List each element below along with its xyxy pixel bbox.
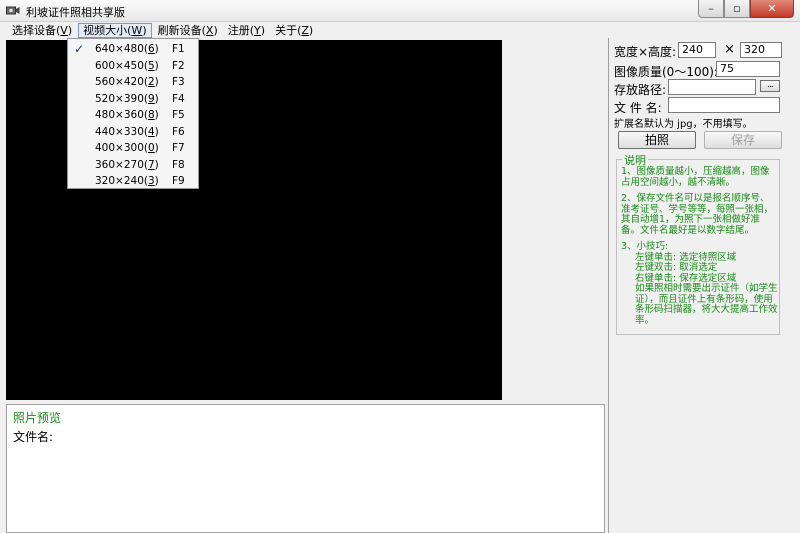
menu-item-shortcut: F7 <box>172 142 185 154</box>
tip-barcode: 如果照相时需要出示证件（如学生证），而且证件上有条形码，使用条形码扫描器，将大大… <box>635 283 778 326</box>
photo-preview-filename-label: 文件名: <box>13 430 54 444</box>
menu-item-600x450[interactable]: 600×450(5) F2 <box>68 58 198 75</box>
instruction-2: 2、保存文件名可以是报名顺序号、准考证号、学号等等，每照一张相，其自动增1，为照… <box>621 193 774 236</box>
title-bar: 利坡证件照相共享版 – ▫ ✕ <box>0 0 800 22</box>
instructions-group: 说明 1、图像质量越小，压缩越高，图像占用空间越小，越不清晰。 2、保存文件名可… <box>616 152 780 335</box>
menu-bar: 选择设备(V) 视频大小(W) 刷新设备(X) 注册(Y) 关于(Z) <box>0 22 800 38</box>
path-input[interactable] <box>668 79 756 95</box>
menu-item-label: 400×300(0) <box>95 142 159 154</box>
menu-item-shortcut: F2 <box>172 59 185 72</box>
menu-item-400x300[interactable]: 400×300(0) F7 <box>68 140 198 157</box>
menu-item-shortcut: F1 <box>172 43 185 55</box>
menu-item-label: 320×240(3) <box>95 175 159 187</box>
menu-item-560x420[interactable]: 560×420(2) F3 <box>68 74 198 91</box>
window-controls: – ▫ ✕ <box>698 0 794 18</box>
menu-item-520x390[interactable]: 520×390(9) F4 <box>68 91 198 108</box>
quality-input[interactable]: 75 <box>716 61 780 77</box>
panel-divider <box>608 38 609 533</box>
settings-panel: 宽度×高度: 240 × 320 图像质量(0～100): 75 存放路径: .… <box>610 38 800 533</box>
menu-item-label: 480×360(8) <box>95 109 159 121</box>
width-input[interactable]: 240 <box>678 42 716 58</box>
menu-refresh-device[interactable]: 刷新设备(X) <box>154 23 222 38</box>
instruction-3: 3、小技巧: <box>621 241 669 252</box>
tip-left-double-click: 左键双击: 取消选定 <box>635 262 718 273</box>
quality-label: 图像质量(0～100): <box>614 65 718 79</box>
menu-select-device[interactable]: 选择设备(V) <box>8 23 76 38</box>
photo-preview-title: 照片预览 <box>13 411 62 425</box>
menu-item-label: 520×390(9) <box>95 92 159 105</box>
maximize-button[interactable]: ▫ <box>724 0 750 18</box>
menu-item-440x330[interactable]: 440×330(4) F6 <box>68 124 198 141</box>
menu-item-shortcut: F3 <box>172 76 185 88</box>
menu-video-size[interactable]: 视频大小(W) <box>78 22 152 38</box>
browse-button[interactable]: ... <box>760 80 780 92</box>
menu-register[interactable]: 注册(Y) <box>224 23 269 38</box>
menu-item-label: 560×420(2) <box>95 76 159 88</box>
instruction-1: 1、图像质量越小，压缩越高，图像占用空间越小，越不清晰。 <box>621 166 770 188</box>
times-symbol: × <box>724 42 735 57</box>
menu-item-shortcut: F8 <box>172 158 185 171</box>
menu-about[interactable]: 关于(Z) <box>271 23 317 38</box>
check-icon: ✓ <box>74 42 85 56</box>
menu-item-640x480[interactable]: ✓ 640×480(6) F1 <box>68 41 198 58</box>
close-button[interactable]: ✕ <box>750 0 794 18</box>
window-title: 利坡证件照相共享版 <box>26 6 125 19</box>
menu-item-360x270[interactable]: 360×270(7) F8 <box>68 157 198 174</box>
extension-hint: 扩展名默认为 jpg，不用填写。 <box>614 119 753 130</box>
path-label: 存放路径: <box>614 83 667 97</box>
menu-item-shortcut: F5 <box>172 109 185 121</box>
menu-item-shortcut: F9 <box>172 175 185 187</box>
menu-item-shortcut: F4 <box>172 92 185 105</box>
capture-button[interactable]: 拍照 <box>618 131 696 149</box>
filename-label: 文 件 名: <box>614 101 662 115</box>
camera-icon <box>6 6 20 15</box>
menu-item-label: 600×450(5) <box>95 59 159 72</box>
menu-item-480x360[interactable]: 480×360(8) F5 <box>68 107 198 124</box>
menu-item-label: 360×270(7) <box>95 158 159 171</box>
menu-item-label: 440×330(4) <box>95 125 159 138</box>
instructions-text: 1、图像质量越小，压缩越高，图像占用空间越小，越不清晰。 2、保存文件名可以是报… <box>621 166 779 326</box>
menu-item-label: 640×480(6) <box>95 43 159 55</box>
minimize-button[interactable]: – <box>698 0 724 18</box>
filename-input[interactable] <box>668 97 780 113</box>
height-input[interactable]: 320 <box>740 42 782 58</box>
size-label: 宽度×高度: <box>614 45 677 59</box>
menu-item-320x240[interactable]: 320×240(3) F9 <box>68 173 198 190</box>
menu-item-shortcut: F6 <box>172 125 185 138</box>
photo-preview-panel: 照片预览 文件名: <box>6 404 605 533</box>
video-size-dropdown: ✓ 640×480(6) F1 600×450(5) F2 560×420(2)… <box>67 38 199 189</box>
save-button[interactable]: 保存 <box>704 131 782 149</box>
